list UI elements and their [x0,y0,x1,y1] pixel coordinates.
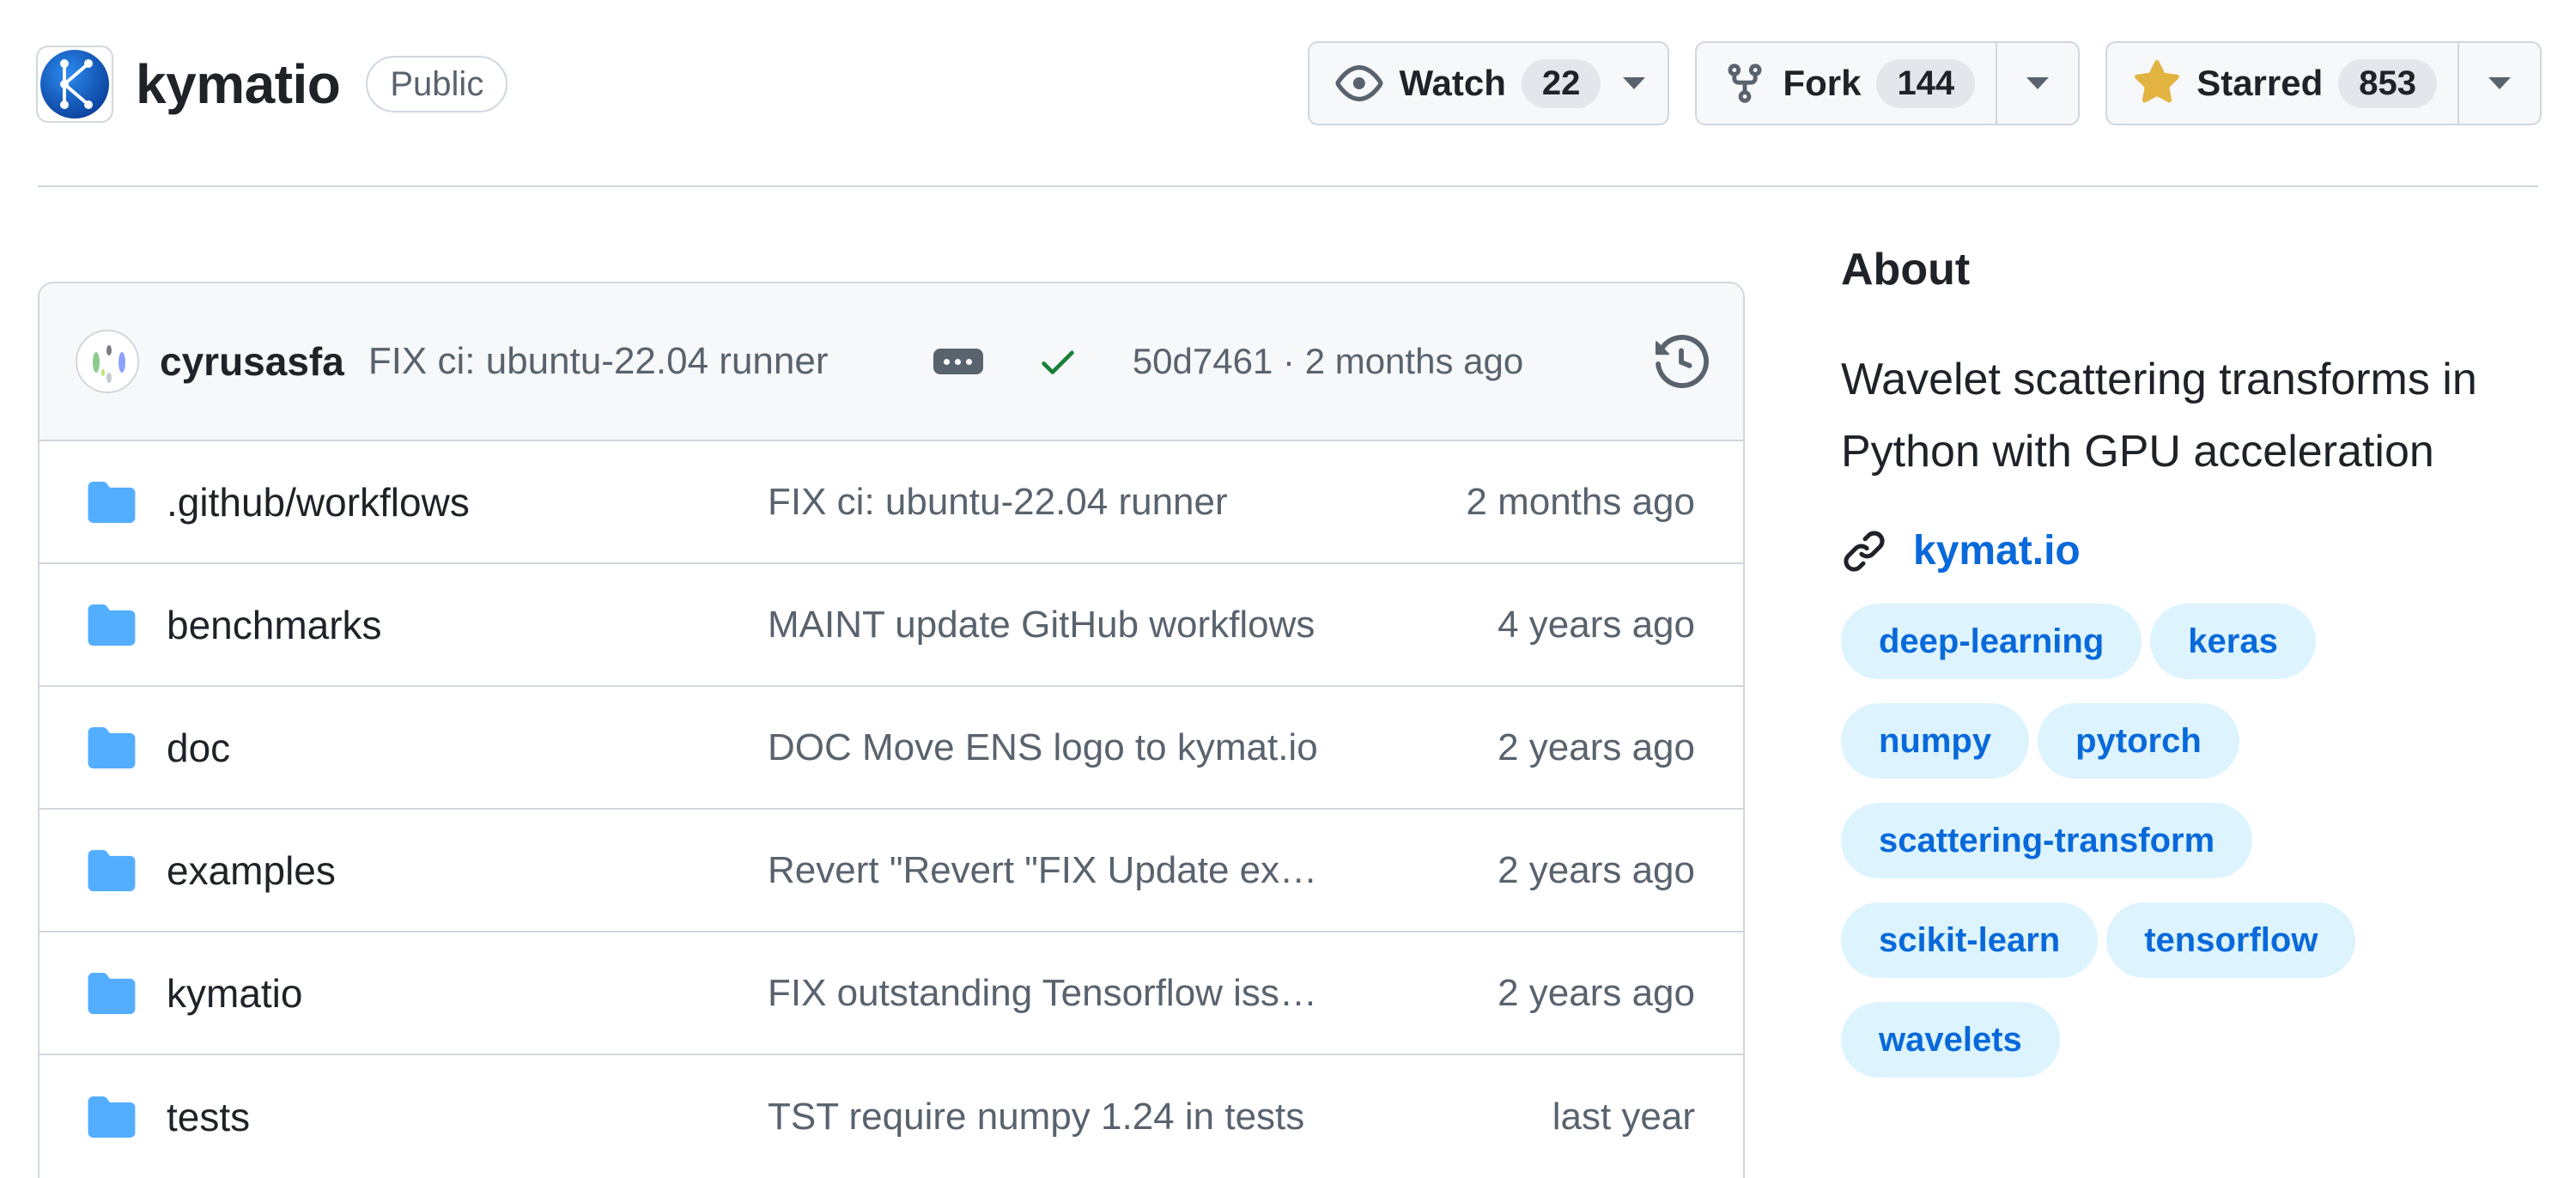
file-name-link[interactable]: kymatio [167,970,768,1017]
website-row: kymat.io [1841,527,2545,574]
file-commit-message-link[interactable]: MAINT update GitHub workflows [768,604,1334,647]
about-sidebar: About Wavelet scattering transforms in P… [1841,244,2545,1078]
file-name-link[interactable]: tests [167,1094,768,1140]
watch-button-group: Watch 22 [1308,41,1670,125]
link-icon [1844,530,1885,572]
eye-icon [1336,65,1383,101]
sha-separator: · [1283,341,1296,381]
repo-name-link[interactable]: kymatio [136,52,341,116]
caret-down-icon [2026,77,2050,89]
file-commit-message-link[interactable]: FIX outstanding Tensorflow issues [768,972,1334,1015]
repo-description: Wavelet scattering transforms in Python … [1841,355,2477,477]
topic-tag[interactable]: scikit-learn [1841,902,2099,978]
star-dropdown-button[interactable] [2458,43,2540,124]
topic-tag[interactable]: numpy [1841,703,2030,779]
repo-header: kymatio Public [36,41,508,127]
file-row[interactable]: examples Revert "Revert "FIX Update exam… [39,810,1743,932]
repo-actions: Watch 22 Fork 144 Starred 853 [1308,41,2542,125]
star-button-group: Starred 853 [2105,41,2542,125]
commit-message-link[interactable]: FIX ci: ubuntu-22.04 runner [368,340,884,383]
file-row[interactable]: benchmarks MAINT update GitHub workflows… [39,564,1743,687]
topic-tag[interactable]: keras [2150,604,2316,679]
history-icon[interactable] [1656,335,1709,388]
caret-down-icon [1623,77,1646,89]
watch-button[interactable]: Watch 22 [1309,43,1601,124]
header-divider [38,185,2538,187]
topic-tag[interactable]: deep-learning [1841,604,2142,679]
fork-count: 144 [1876,58,1976,108]
file-row[interactable]: .github/workflows FIX ci: ubuntu-22.04 r… [39,441,1743,564]
commit-sha-link[interactable]: 50d7461 · 2 months ago [1133,341,1523,382]
dot [944,358,951,365]
about-heading: About [1841,245,1971,294]
topic-tag[interactable]: scattering-transform [1841,803,2253,878]
fork-button-group: Fork 144 [1695,41,2081,125]
fork-label: Fork [1783,63,1862,103]
dot [966,358,973,365]
folder-icon [88,1096,136,1138]
kymatio-logo-icon[interactable] [36,46,113,123]
topic-tag[interactable]: tensorflow [2106,902,2356,978]
starred-label: Starred [2196,63,2324,103]
file-commit-message-link[interactable]: TST require numpy 1.24 in tests [768,1096,1334,1139]
topic-list: deep-learning keras numpy pytorch scattering… [1841,604,2442,1078]
starred-button[interactable]: Starred 853 [2107,43,2458,124]
watch-count: 22 [1521,58,1601,108]
file-commit-time: 2 years ago [1498,971,1695,1014]
file-row[interactable]: kymatio FIX outstanding Tensorflow issue… [39,932,1743,1055]
folder-icon [88,849,136,891]
file-row[interactable]: tests TST require numpy 1.24 in tests la… [39,1055,1743,1178]
visibility-badge: Public [366,56,508,112]
caret-down-icon [2488,77,2511,89]
commit-sha: 50d7461 [1132,341,1273,381]
file-name-link[interactable]: examples [167,847,768,894]
file-list: .github/workflows FIX ci: ubuntu-22.04 r… [39,441,1743,1178]
watch-dropdown-button[interactable] [1601,43,1668,124]
file-commit-message-link[interactable]: DOC Move ENS logo to kymat.io [768,726,1334,769]
star-count: 853 [2338,58,2437,108]
file-commit-message-link[interactable]: FIX ci: ubuntu-22.04 runner [768,481,1334,524]
folder-icon [88,604,136,646]
file-row[interactable]: doc DOC Move ENS logo to kymat.io 2 year… [39,687,1743,810]
folder-icon [88,481,136,523]
repo-forked-icon [1728,64,1762,103]
watch-label: Watch [1399,63,1506,103]
folder-icon [88,972,136,1014]
file-commit-time: 2 years ago [1498,848,1695,891]
file-browser: cyrusasfa FIX ci: ubuntu-22.04 runner 50… [38,282,1745,1178]
file-commit-message-link[interactable]: Revert "Revert "FIX Update examples"" [768,849,1334,892]
fork-button[interactable]: Fork 144 [1697,43,1996,124]
topic-tag[interactable]: pytorch [2038,703,2239,779]
commit-author-link[interactable]: cyrusasfa [160,338,344,385]
file-commit-time: 2 years ago [1498,726,1695,768]
file-name-link[interactable]: .github/workflows [167,479,768,525]
topic-tag[interactable]: wavelets [1841,1002,2060,1078]
file-name-link[interactable]: benchmarks [167,602,768,648]
file-commit-time: 4 years ago [1498,603,1695,646]
commit-time: 2 months ago [1304,341,1524,381]
star-filled-icon [2135,59,2180,103]
author-avatar[interactable] [76,330,139,393]
file-commit-time: last year [1552,1095,1695,1138]
file-name-link[interactable]: doc [167,725,768,771]
file-commit-time: 2 months ago [1466,480,1695,523]
website-link[interactable]: kymat.io [1913,527,2081,574]
expand-commit-button[interactable] [933,349,983,374]
dot [955,358,962,365]
check-icon[interactable] [1036,340,1079,383]
fork-dropdown-button[interactable] [1996,43,2078,124]
folder-icon [88,726,136,768]
latest-commit-bar: cyrusasfa FIX ci: ubuntu-22.04 runner 50… [39,283,1743,441]
